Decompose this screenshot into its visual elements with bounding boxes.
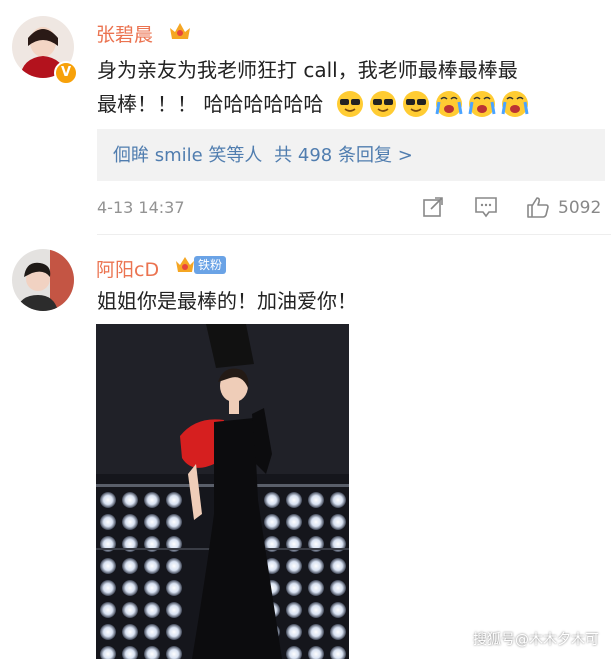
comment1-text-line2-words: 最棒！！！ 哈哈哈哈哈哈: [97, 92, 324, 116]
comment-divider: [97, 234, 611, 235]
replies-box[interactable]: 佪眸 smile 笑等人 共 498 条回复 >: [97, 129, 605, 181]
emoji-group: [336, 91, 534, 117]
avatar-ayangcd[interactable]: [12, 249, 74, 311]
comment2-text: 姐姐你是最棒的！加油爱你！: [97, 289, 357, 313]
comment-icon[interactable]: [474, 195, 498, 219]
comment2-author[interactable]: 阿阳cD: [96, 255, 159, 282]
comment1-timestamp: 4-13 14:37: [97, 198, 185, 217]
comment1-author[interactable]: 张碧晨: [96, 20, 153, 47]
comment1-text-line2: 最棒！！！ 哈哈哈哈哈哈: [97, 87, 534, 121]
crying-emoji-icon: [501, 91, 529, 117]
like-count: 5092: [558, 198, 602, 218]
fan-crown-icon: [176, 257, 194, 272]
like-icon[interactable]: [525, 194, 551, 220]
comment2-photo[interactable]: [96, 324, 349, 659]
verified-badge-icon: V: [54, 61, 78, 85]
crown-icon: [170, 23, 190, 39]
crying-emoji-icon: [468, 91, 496, 117]
replies-users[interactable]: 佪眸 smile 笑等人: [113, 145, 262, 166]
crying-emoji-icon: [435, 91, 463, 117]
sunglasses-emoji-icon: [369, 91, 396, 117]
replies-summary[interactable]: 佪眸 smile 笑等人 共 498 条回复 >: [113, 141, 413, 167]
comment1-text-line1: 身为亲友为我老师狂打 call，我老师最棒最棒最: [97, 58, 518, 82]
share-icon[interactable]: [421, 195, 445, 219]
watermark: 搜狐号@木木夕木可: [473, 632, 599, 648]
sunglasses-emoji-icon: [336, 91, 363, 117]
sunglasses-emoji-icon: [402, 91, 429, 117]
replies-count-link[interactable]: 共 498 条回复 >: [274, 145, 413, 166]
fan-badge: 铁粉: [194, 256, 227, 274]
